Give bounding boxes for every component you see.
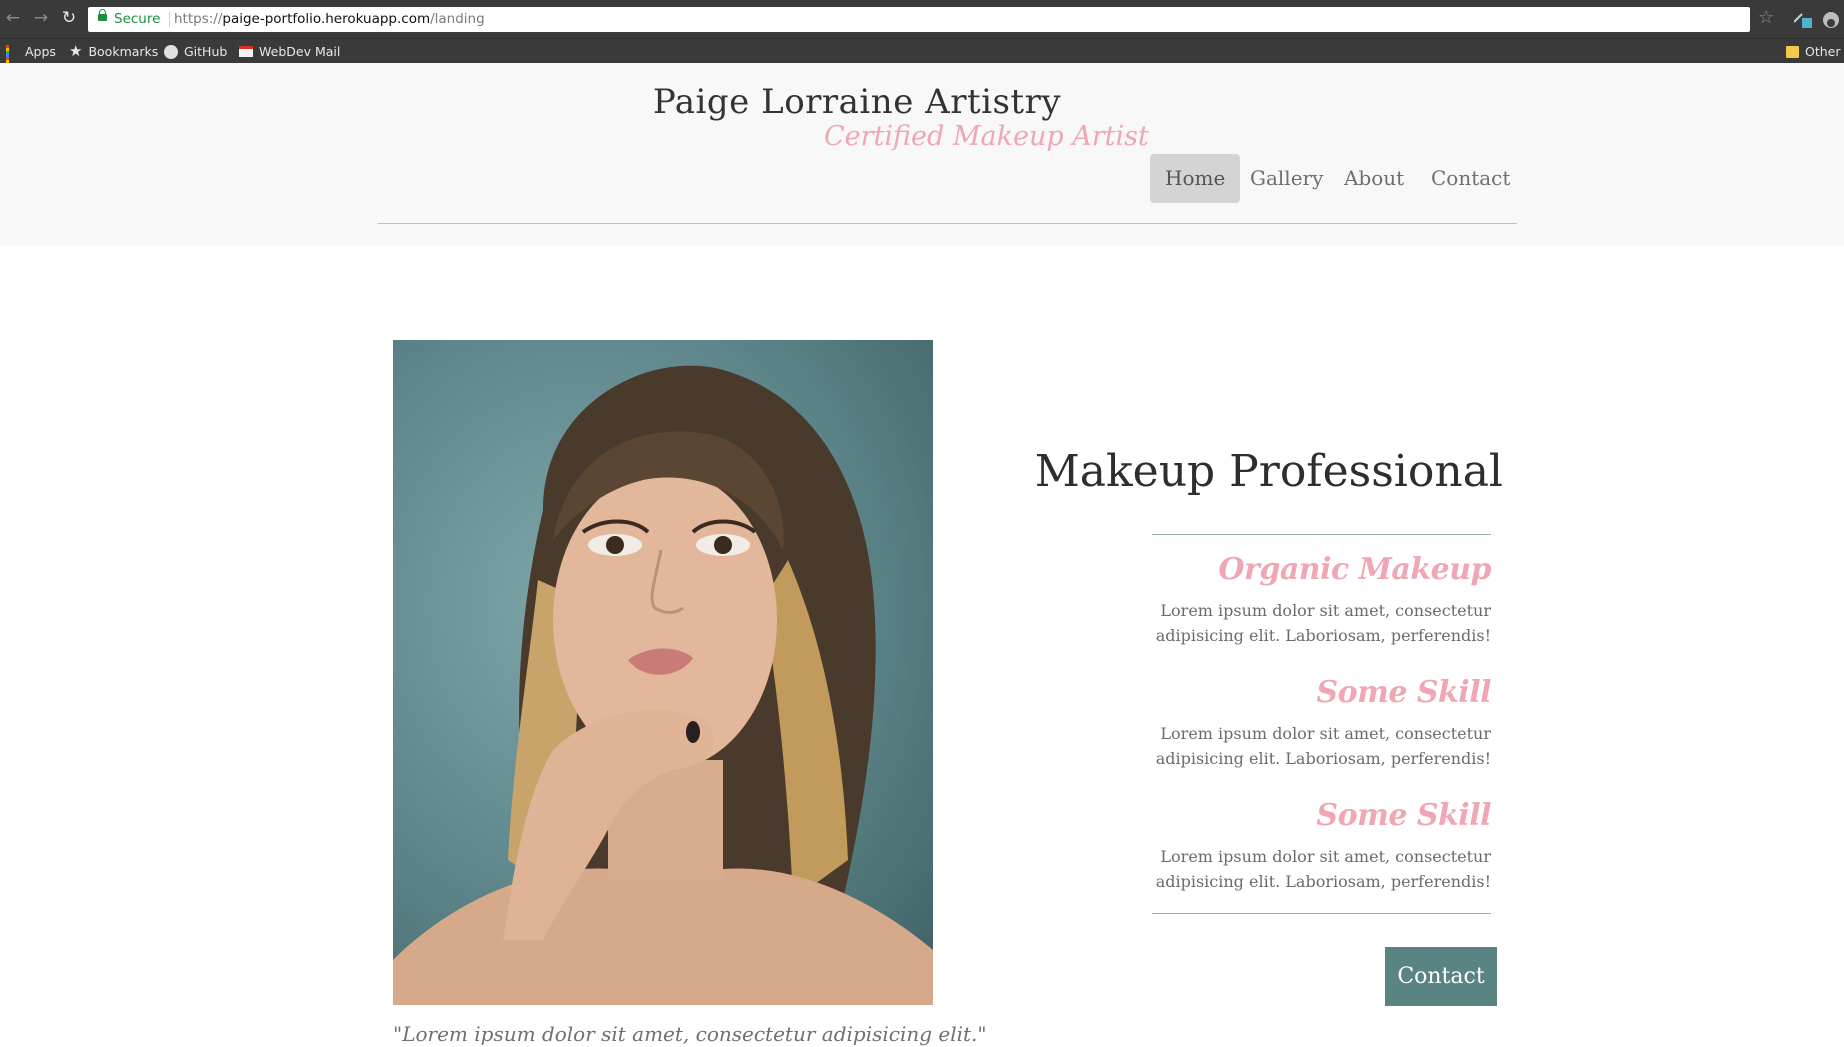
forward-arrow-icon[interactable]: → <box>30 7 52 29</box>
reload-icon[interactable]: ↻ <box>58 7 80 29</box>
skill-description: Lorem ipsum dolor sit amet, consectetur … <box>1120 844 1491 894</box>
bookmark-github[interactable]: GitHub <box>164 39 227 64</box>
section-divider-bottom <box>1152 913 1491 914</box>
url-host: paige-portfolio.herokuapp.com <box>222 11 431 27</box>
skill-item: Some Skill Lorem ipsum dolor sit amet, c… <box>1120 673 1492 771</box>
skill-title: Some Skill <box>1316 675 1491 710</box>
address-bar[interactable]: Secure https://paige-portfolio.herokuapp… <box>88 7 1750 32</box>
url-path: /landing <box>430 11 485 27</box>
back-arrow-icon[interactable]: ← <box>2 7 24 29</box>
portrait-photo <box>393 340 933 1005</box>
skill-item: Organic Makeup Lorem ipsum dolor sit ame… <box>1120 550 1492 648</box>
brand-subtitle: Certified Makeup Artist <box>824 121 1149 152</box>
bookmark-apps[interactable]: Apps <box>6 39 56 72</box>
header-divider <box>378 223 1517 224</box>
bookmark-label: GitHub <box>184 44 228 59</box>
lock-icon <box>98 9 107 21</box>
bookmark-star-icon[interactable]: ☆ <box>1758 6 1774 30</box>
extension-icon[interactable] <box>1794 12 1812 28</box>
nav-about[interactable]: About <box>1329 154 1419 203</box>
bookmark-label: Apps <box>25 44 56 59</box>
url-text[interactable]: https://paige-portfolio.herokuapp.com/la… <box>174 7 485 32</box>
bookmark-other[interactable]: Other <box>1786 39 1841 64</box>
profile-extension-icon[interactable] <box>1822 11 1840 29</box>
nav-home[interactable]: Home <box>1150 154 1241 203</box>
browser-toolbar: ← → ↻ Secure https://paige-portfolio.her… <box>0 0 1844 38</box>
section-headline: Makeup Professional <box>1034 446 1503 497</box>
skill-description-line: adipisicing elit. Laboriosam, perferendi… <box>1155 872 1491 891</box>
brand-title[interactable]: Paige Lorraine Artistry <box>0 82 1714 122</box>
skill-description-line: adipisicing elit. Laboriosam, perferendi… <box>1155 626 1491 645</box>
site-header: Paige Lorraine Artistry Certified Makeup… <box>0 63 1844 245</box>
skill-description-line: Lorem ipsum dolor sit amet, consectetur <box>1160 601 1491 620</box>
skill-item: Some Skill Lorem ipsum dolor sit amet, c… <box>1120 796 1492 894</box>
nav-contact[interactable]: Contact <box>1416 154 1525 203</box>
apps-grid-icon <box>6 45 19 72</box>
skill-title: Organic Makeup <box>1218 552 1491 587</box>
skill-description-line: Lorem ipsum dolor sit amet, consectetur <box>1160 847 1491 866</box>
portrait-illustration <box>393 365 933 1005</box>
star-icon: ★ <box>69 42 83 60</box>
portrait-quote: "Lorem ipsum dolor sit amet, consectetur… <box>393 1022 987 1046</box>
mail-icon <box>239 46 253 57</box>
bookmarks-bar: Apps ★ Bookmarks GitHub WebDev Mail Other <box>0 38 1844 72</box>
bookmark-webdev-mail[interactable]: WebDev Mail <box>239 39 340 64</box>
secure-label: Secure <box>114 11 161 27</box>
skill-description-line: adipisicing elit. Laboriosam, perferendi… <box>1155 749 1491 768</box>
contact-button[interactable]: Contact <box>1385 947 1497 1006</box>
bookmark-label: WebDev Mail <box>259 44 341 59</box>
skill-description: Lorem ipsum dolor sit amet, consectetur … <box>1120 721 1491 771</box>
bookmark-bookmarks[interactable]: ★ Bookmarks <box>69 39 158 64</box>
skill-description-line: Lorem ipsum dolor sit amet, consectetur <box>1160 724 1491 743</box>
url-scheme: https:// <box>174 11 223 27</box>
bookmark-label: Bookmarks <box>88 44 159 59</box>
section-divider-top <box>1152 534 1491 535</box>
skill-description: Lorem ipsum dolor sit amet, consectetur … <box>1120 598 1491 648</box>
nav-gallery[interactable]: Gallery <box>1235 154 1338 203</box>
address-divider <box>169 12 170 27</box>
skill-title: Some Skill <box>1316 798 1491 833</box>
github-icon <box>164 44 178 59</box>
bookmark-label: Other <box>1805 44 1841 59</box>
folder-icon <box>1786 45 1799 58</box>
